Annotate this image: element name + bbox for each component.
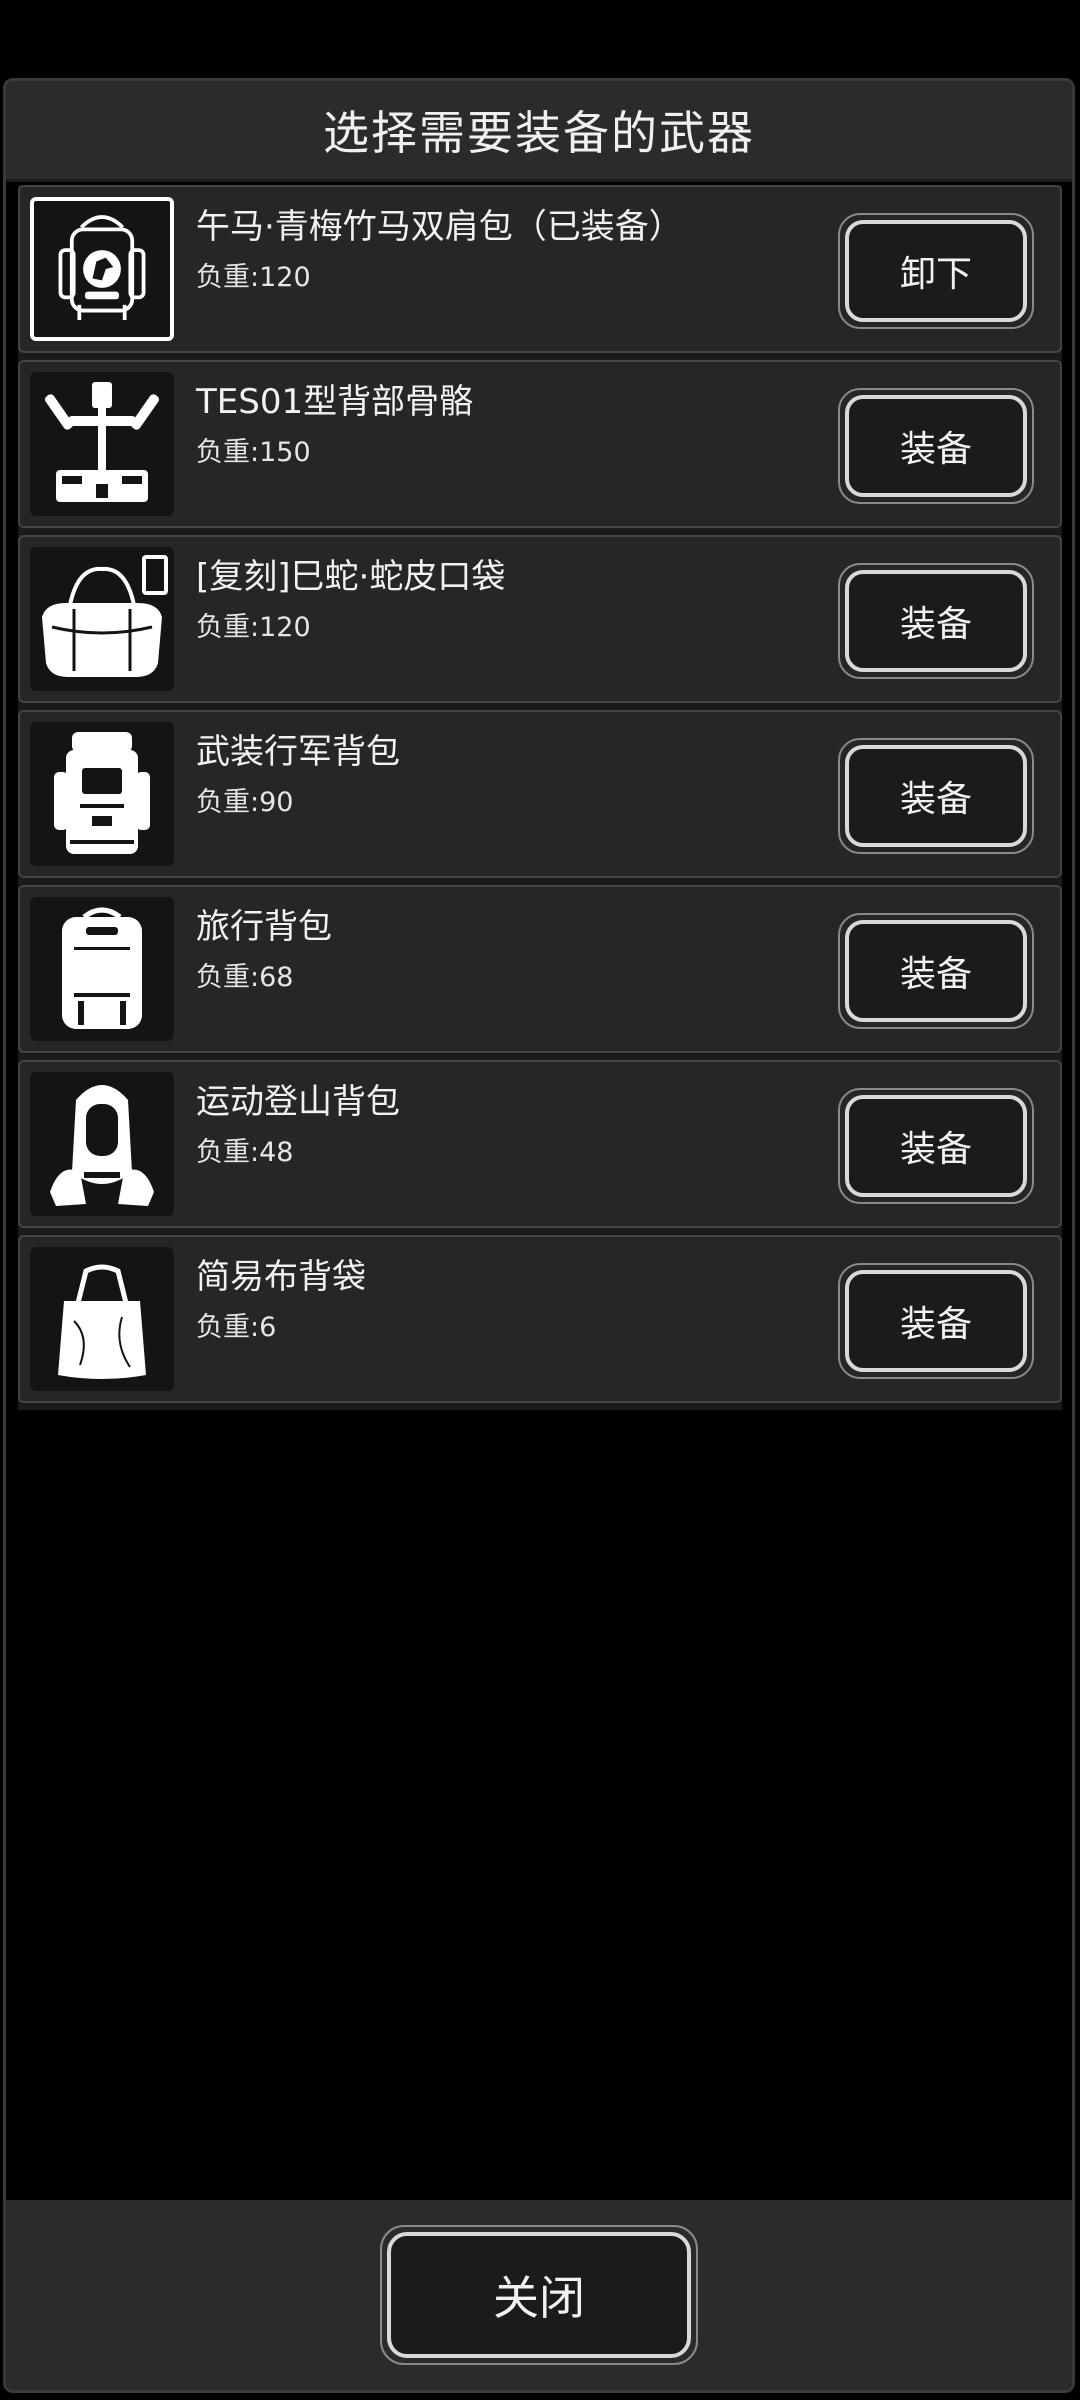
list-item: [复刻]巳蛇·蛇皮口袋 负重:120 装备 xyxy=(18,535,1062,703)
item-weight: 负重:90 xyxy=(196,787,294,818)
equip-button-label: 装备 xyxy=(845,745,1027,847)
equip-button[interactable]: 装备 xyxy=(838,913,1034,1029)
item-name: 简易布背袋 xyxy=(196,1257,366,1297)
item-weight: 负重:120 xyxy=(196,262,311,293)
item-name: 旅行背包 xyxy=(196,907,332,947)
hiking-backpack-icon xyxy=(30,1072,174,1216)
list-item: 午马·青梅竹马双肩包（已装备） 负重:120 卸下 xyxy=(18,185,1062,353)
item-name: 午马·青梅竹马双肩包（已装备） xyxy=(196,207,683,247)
backpack-horse-icon xyxy=(30,197,174,341)
item-weight: 负重:6 xyxy=(196,1312,277,1343)
item-weight: 负重:48 xyxy=(196,1137,294,1168)
close-button-label: 关闭 xyxy=(387,2232,691,2358)
duffel-bag-icon xyxy=(30,547,174,691)
item-name: [复刻]巳蛇·蛇皮口袋 xyxy=(196,557,506,597)
unequip-button-label: 卸下 xyxy=(845,220,1027,322)
equip-dialog: 选择需要装备的武器 午马·青梅竹马双肩包（已装备） 负重:120 卸下 TES0… xyxy=(3,78,1075,2393)
item-name: 武装行军背包 xyxy=(196,732,400,772)
equip-button[interactable]: 装备 xyxy=(838,1263,1034,1379)
equip-button[interactable]: 装备 xyxy=(838,563,1034,679)
item-weight: 负重:68 xyxy=(196,962,294,993)
list-item: 武装行军背包 负重:90 装备 xyxy=(18,710,1062,878)
equip-button-label: 装备 xyxy=(845,1270,1027,1372)
list-item: TES01型背部骨骼 负重:150 装备 xyxy=(18,360,1062,528)
equip-button[interactable]: 装备 xyxy=(838,738,1034,854)
equip-button-label: 装备 xyxy=(845,1095,1027,1197)
list-item: 运动登山背包 负重:48 装备 xyxy=(18,1060,1062,1228)
list-item: 旅行背包 负重:68 装备 xyxy=(18,885,1062,1053)
equip-button-label: 装备 xyxy=(845,920,1027,1022)
dialog-footer: 关闭 xyxy=(6,2200,1072,2390)
item-weight: 负重:120 xyxy=(196,612,311,643)
unequip-button[interactable]: 卸下 xyxy=(838,213,1034,329)
dialog-title: 选择需要装备的武器 xyxy=(323,106,755,160)
exoskeleton-frame-icon xyxy=(30,372,174,516)
equip-button[interactable]: 装备 xyxy=(838,1088,1034,1204)
equip-button-label: 装备 xyxy=(845,570,1027,672)
list-item: 简易布背袋 负重:6 装备 xyxy=(18,1235,1062,1403)
equip-button-label: 装备 xyxy=(845,395,1027,497)
close-button[interactable]: 关闭 xyxy=(380,2225,698,2365)
tote-bag-icon xyxy=(30,1247,174,1391)
item-weight: 负重:150 xyxy=(196,437,311,468)
travel-backpack-icon xyxy=(30,897,174,1041)
equip-button[interactable]: 装备 xyxy=(838,388,1034,504)
item-name: TES01型背部骨骼 xyxy=(196,382,474,422)
dialog-header: 选择需要装备的武器 xyxy=(6,81,1072,182)
military-backpack-icon xyxy=(30,722,174,866)
item-name: 运动登山背包 xyxy=(196,1082,400,1122)
equipment-list: 午马·青梅竹马双肩包（已装备） 负重:120 卸下 TES01型背部骨骼 负重:… xyxy=(18,185,1062,1410)
